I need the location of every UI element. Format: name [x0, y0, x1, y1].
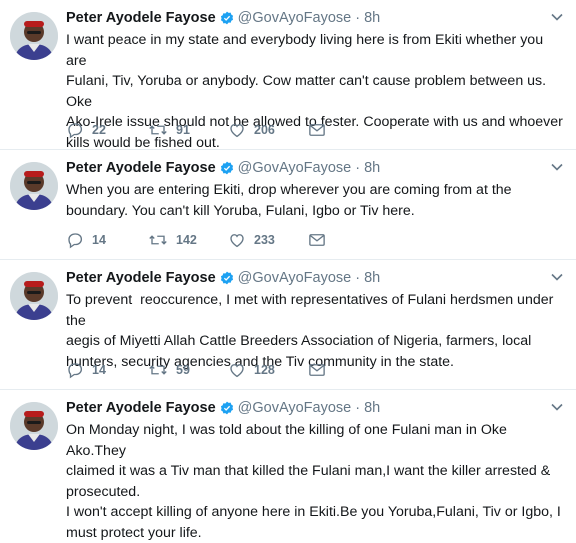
dm-button[interactable]	[308, 230, 326, 250]
tweet[interactable]: Peter Ayodele Fayose @GovAyoFayose · 8h …	[0, 390, 576, 541]
verified-badge-icon	[220, 271, 234, 285]
chevron-down-icon[interactable]	[550, 400, 564, 414]
reply-count: 14	[92, 233, 106, 247]
author-name[interactable]: Peter Ayodele Fayose	[66, 268, 216, 288]
author-name[interactable]: Peter Ayodele Fayose	[66, 8, 216, 28]
separator: ·	[355, 10, 361, 26]
reply-button[interactable]: 14	[66, 230, 106, 250]
envelope-icon	[308, 122, 326, 138]
retweet-button[interactable]: 142	[148, 230, 197, 250]
like-count: 206	[254, 123, 275, 137]
reply-icon	[66, 231, 84, 249]
author-handle[interactable]: @GovAyoFayose	[238, 158, 352, 178]
reply-button[interactable]: 22	[66, 120, 106, 140]
retweet-count: 59	[176, 363, 190, 377]
tweet-text: On Monday night, I was told about the ki…	[66, 422, 561, 541]
author-handle[interactable]: @GovAyoFayose	[238, 268, 352, 288]
avatar[interactable]	[10, 402, 58, 450]
retweet-button[interactable]: 59	[148, 360, 190, 380]
retweet-button[interactable]: 91	[148, 120, 190, 140]
reply-count: 14	[92, 363, 106, 377]
envelope-icon	[308, 232, 326, 248]
like-button[interactable]: 206	[228, 120, 275, 140]
tweet[interactable]: Peter Ayodele Fayose @GovAyoFayose · 8h …	[0, 150, 576, 260]
reply-icon	[66, 361, 84, 379]
separator: ·	[355, 400, 361, 416]
chevron-down-icon[interactable]	[550, 160, 564, 174]
avatar[interactable]	[10, 162, 58, 210]
verified-badge-icon	[220, 161, 234, 175]
verified-badge-icon	[220, 401, 234, 415]
dm-button[interactable]	[308, 120, 326, 140]
author-name[interactable]: Peter Ayodele Fayose	[66, 398, 216, 418]
retweet-count: 142	[176, 233, 197, 247]
retweet-count: 91	[176, 123, 190, 137]
tweet-text: When you are entering Ekiti, drop wherev…	[66, 182, 512, 219]
separator: ·	[355, 270, 361, 286]
tweet-actions: 14 59 128	[66, 360, 366, 380]
author-handle[interactable]: @GovAyoFayose	[238, 8, 352, 28]
tweet-actions: 14 142 233	[66, 230, 366, 250]
tweet-header: Peter Ayodele Fayose @GovAyoFayose · 8h	[66, 8, 380, 28]
timestamp[interactable]: 8h	[364, 398, 380, 418]
reply-icon	[66, 121, 84, 139]
tweet-actions: 22 91 206	[66, 120, 366, 140]
author-handle[interactable]: @GovAyoFayose	[238, 398, 352, 418]
heart-icon	[228, 361, 246, 379]
separator: ·	[355, 160, 361, 176]
heart-icon	[228, 231, 246, 249]
retweet-icon	[148, 121, 168, 139]
reply-count: 22	[92, 123, 106, 137]
tweet[interactable]: Peter Ayodele Fayose @GovAyoFayose · 8h …	[0, 0, 576, 151]
chevron-down-icon[interactable]	[550, 270, 564, 284]
avatar[interactable]	[10, 12, 58, 60]
dm-button[interactable]	[308, 360, 326, 380]
timestamp[interactable]: 8h	[364, 158, 380, 178]
retweet-icon	[148, 361, 168, 379]
like-button[interactable]: 128	[228, 360, 275, 380]
timestamp[interactable]: 8h	[364, 268, 380, 288]
avatar[interactable]	[10, 272, 58, 320]
tweet-header: Peter Ayodele Fayose @GovAyoFayose · 8h	[66, 268, 380, 288]
tweet[interactable]: Peter Ayodele Fayose @GovAyoFayose · 8h …	[0, 260, 576, 390]
timestamp[interactable]: 8h	[364, 8, 380, 28]
retweet-icon	[148, 231, 168, 249]
like-count: 128	[254, 363, 275, 377]
like-count: 233	[254, 233, 275, 247]
verified-badge-icon	[220, 11, 234, 25]
heart-icon	[228, 121, 246, 139]
tweet-header: Peter Ayodele Fayose @GovAyoFayose · 8h	[66, 398, 380, 418]
envelope-icon	[308, 362, 326, 378]
reply-button[interactable]: 14	[66, 360, 106, 380]
like-button[interactable]: 233	[228, 230, 275, 250]
tweet-header: Peter Ayodele Fayose @GovAyoFayose · 8h	[66, 158, 380, 178]
author-name[interactable]: Peter Ayodele Fayose	[66, 158, 216, 178]
chevron-down-icon[interactable]	[550, 10, 564, 24]
